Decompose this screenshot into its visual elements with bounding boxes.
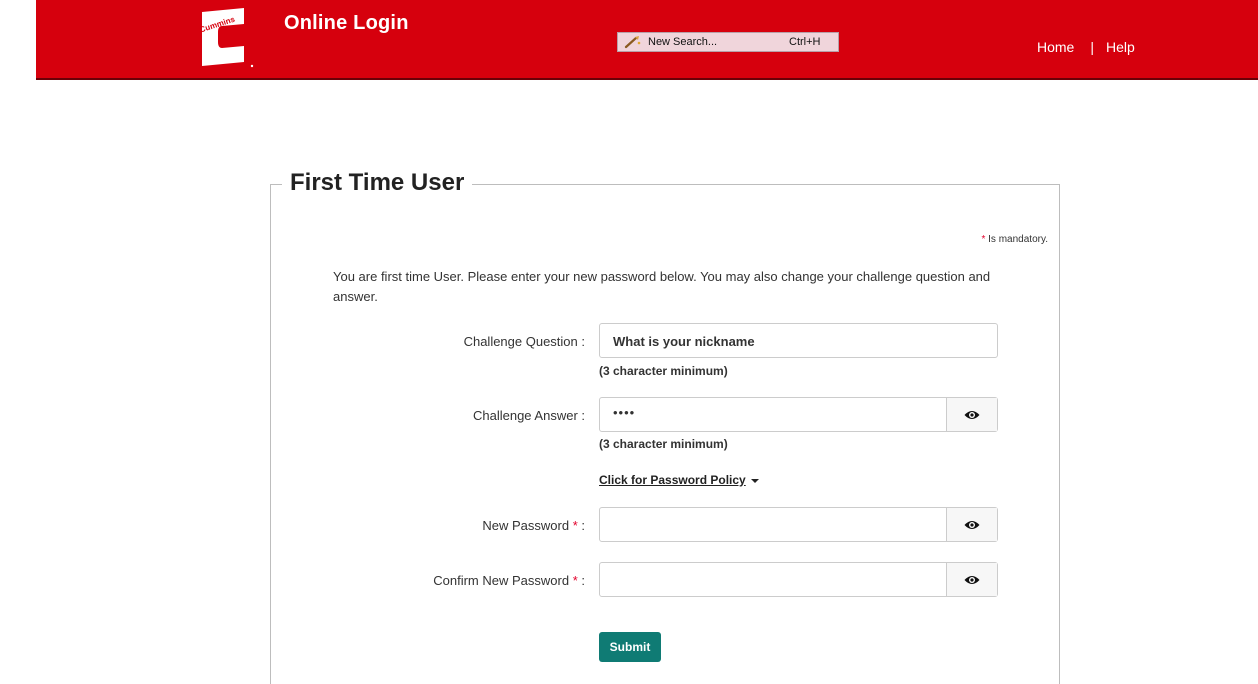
challenge-answer-input[interactable]: ••••: [599, 397, 998, 432]
nav-help-link[interactable]: Help: [1106, 39, 1135, 55]
cummins-logo[interactable]: Cummins: [196, 6, 256, 68]
confirm-password-label: Confirm New Password * :: [325, 573, 585, 588]
show-confirm-password-toggle[interactable]: [946, 563, 997, 596]
chevron-down-icon: [750, 478, 759, 483]
new-password-label-text: New Password: [482, 518, 570, 533]
eye-icon: [964, 520, 980, 529]
form-title: First Time User: [282, 169, 473, 197]
challenge-question-label: Challenge Question :: [463, 334, 585, 349]
intro-text: You are first time User. Please enter yo…: [333, 269, 991, 304]
mandatory-note: * Is mandatory.: [981, 234, 1048, 245]
header-left-gap: [0, 0, 36, 78]
challenge-question-input[interactable]: What is your nickname: [599, 323, 998, 358]
show-answer-toggle[interactable]: [946, 398, 997, 431]
new-search-shortcut: Ctrl+H: [789, 36, 821, 48]
password-policy-label: Click for Password Policy: [599, 473, 746, 487]
password-policy-link[interactable]: Click for Password Policy: [599, 473, 759, 487]
challenge-answer-label: Challenge Answer :: [472, 408, 585, 423]
nav-home-link[interactable]: Home: [1037, 39, 1074, 55]
challenge-question-hint: (3 character minimum): [599, 364, 728, 378]
eye-icon: [964, 410, 980, 419]
challenge-answer-hint: (3 character minimum): [599, 437, 728, 451]
new-password-label: New Password * :: [325, 518, 585, 533]
app-title: Online Login: [284, 12, 409, 34]
new-search-label: New Search...: [648, 36, 718, 48]
challenge-question-value: What is your nickname: [613, 334, 755, 349]
new-password-input[interactable]: [599, 507, 998, 542]
search-wand-icon: [624, 36, 641, 49]
top-nav: Home | Help: [1037, 39, 1135, 55]
label-colon: :: [577, 518, 585, 533]
confirm-password-label-text: Confirm New Password: [433, 573, 570, 588]
challenge-answer-masked: ••••: [613, 405, 636, 420]
label-colon: :: [577, 573, 585, 588]
top-header: Cummins Online Login New Search... Ctrl+…: [0, 0, 1258, 80]
new-search-button[interactable]: New Search... Ctrl+H: [617, 32, 839, 52]
nav-separator: |: [1090, 39, 1094, 55]
first-time-user-fieldset: [270, 184, 1060, 684]
confirm-password-input[interactable]: [599, 562, 998, 597]
submit-button[interactable]: Submit: [599, 632, 661, 662]
eye-icon: [964, 575, 980, 584]
show-new-password-toggle[interactable]: [946, 508, 997, 541]
mandatory-text: Is mandatory.: [988, 234, 1048, 245]
required-star: *: [981, 234, 986, 245]
